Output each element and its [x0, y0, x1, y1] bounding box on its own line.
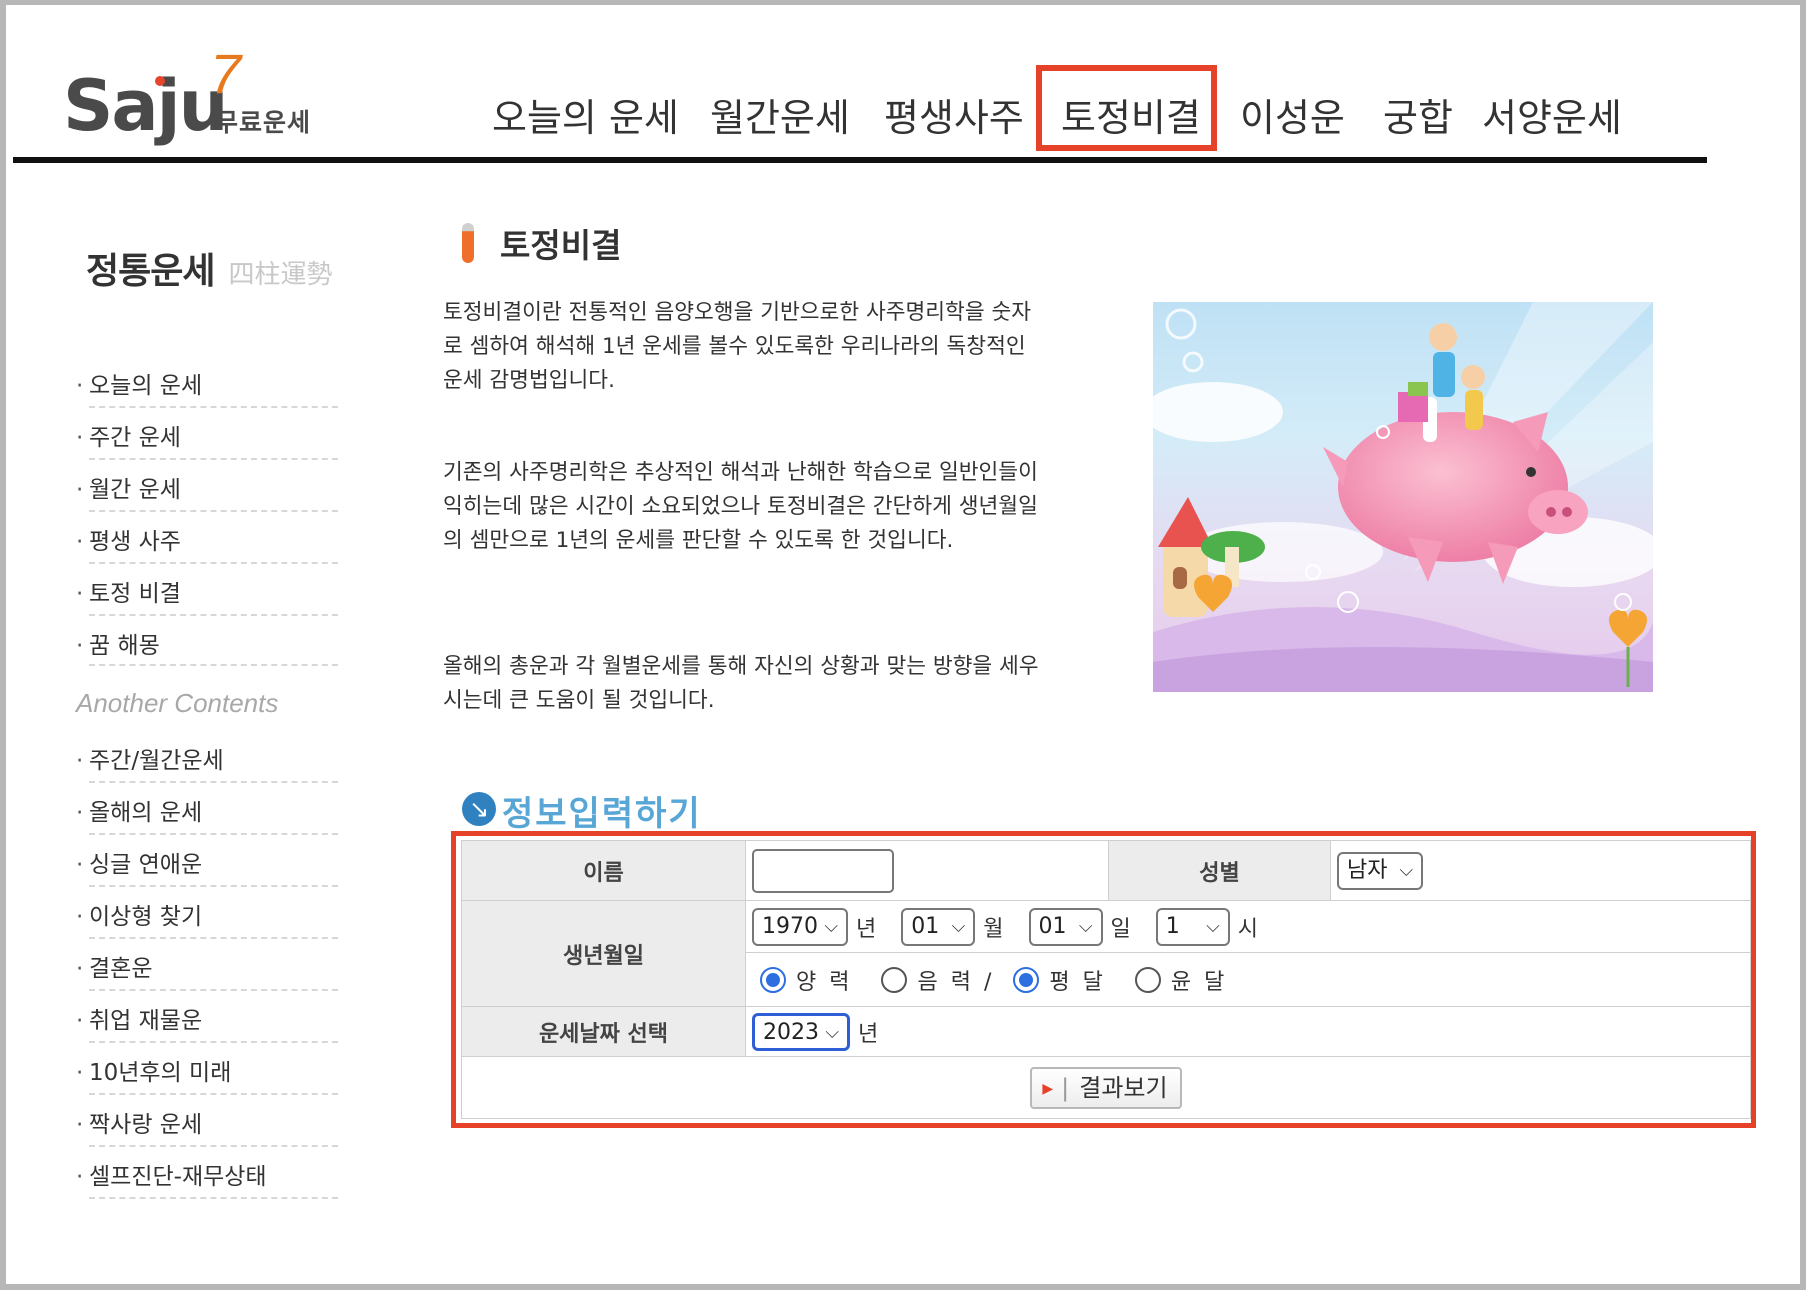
normal-month-radio[interactable]	[1013, 966, 1040, 993]
another-contents-heading: Another Contents	[76, 688, 279, 718]
fortune-year-cell: 2023 ⌵ 년	[745, 1006, 1751, 1057]
chevron-down-icon: ⌵	[1206, 915, 1220, 937]
chevron-down-icon: ⌵	[824, 915, 838, 937]
site-logo[interactable]: Saju 7 무료운세	[63, 42, 323, 147]
intro-paragraph-2: 기존의 사주명리학은 추상적인 해석과 난해한 학습으로 일반인들이 익히는데 …	[443, 460, 1038, 553]
sidebar-item-lifetime[interactable]: · 평생 사주	[76, 514, 338, 566]
month-unit: 월	[983, 916, 1004, 942]
normal-month-label: 평 달	[1049, 969, 1106, 995]
nav-item-monthly[interactable]: 월간운세	[710, 87, 850, 142]
play-arrow-icon: ▶	[1042, 1080, 1054, 1097]
solar-radio[interactable]	[760, 966, 786, 993]
name-label: 이름	[461, 840, 746, 901]
lunar-label: 음 력 /	[917, 969, 995, 995]
sidebar-title: 정통운세 四柱運勢	[86, 242, 333, 294]
birth-hour-select[interactable]: 1 ⌵	[1155, 907, 1230, 946]
birth-day-select[interactable]: 01 ⌵	[1028, 907, 1103, 946]
another-item-future[interactable]: · 10년후의 미래	[76, 1045, 338, 1097]
birth-label: 생년월일	[461, 900, 746, 1007]
another-item-marriage[interactable]: · 결혼운	[76, 941, 338, 993]
day-unit: 일	[1110, 916, 1131, 942]
chevron-down-icon: ⌵	[1078, 915, 1093, 937]
sidebar-item-today[interactable]: · 오늘의 운세	[76, 358, 338, 410]
logo-dot	[155, 76, 165, 86]
arrow-down-right-icon: ↘	[462, 792, 496, 826]
calendar-type-cell: 양 력 음 력 / 평 달 윤 달	[745, 952, 1751, 1007]
leap-month-radio[interactable]	[1134, 966, 1161, 993]
nav-item-compatibility[interactable]: 궁합	[1383, 87, 1453, 142]
another-item-ideal-type[interactable]: · 이상형 찾기	[76, 889, 338, 941]
sidebar-title-hanja: 四柱運勢	[228, 260, 333, 290]
logo-brand: Saju	[63, 65, 228, 147]
name-cell	[745, 840, 1109, 901]
fortune-year-unit: 년	[858, 1021, 879, 1047]
sidebar-item-weekly[interactable]: · 주간 운세	[76, 410, 338, 462]
lunar-radio[interactable]	[881, 966, 908, 993]
intro-paragraph-3: 올해의 총운과 각 월별운세를 통해 자신의 상황과 맞는 방향을 세우시는데 …	[443, 654, 1039, 713]
gender-label: 성별	[1108, 840, 1331, 901]
form-table: 이름 성별 남자 ⌵ 생년월일 1970 ⌵ 년 01 ⌵ 월 01 ⌵ 일 1 ⌵ 시	[461, 840, 1751, 1119]
result-button-label: 결과보기	[1079, 1073, 1168, 1102]
nav-item-western[interactable]: 서양운세	[1482, 87, 1622, 142]
another-item-this-year[interactable]: · 올해의 운세	[76, 785, 338, 837]
logo-number: 7	[210, 42, 242, 105]
info-input-form: 이름 성별 남자 ⌵ 생년월일 1970 ⌵ 년 01 ⌵ 월 01 ⌵ 일 1 ⌵ 시	[451, 831, 1756, 1128]
submit-cell: ▶ | 결과보기	[461, 1056, 1751, 1119]
birth-date-cell: 1970 ⌵ 년 01 ⌵ 월 01 ⌵ 일 1 ⌵ 시	[745, 900, 1751, 953]
flying-pig-image	[1153, 302, 1653, 692]
header-divider	[13, 157, 1707, 163]
sidebar-item-monthly[interactable]: · 월간 운세	[76, 462, 338, 514]
nav-highlight-box	[1036, 65, 1217, 151]
fortune-year-label: 운세날짜 선택	[461, 1006, 746, 1057]
sidebar-item-tojeong[interactable]: · 토정 비결	[76, 566, 338, 618]
nav-item-romance[interactable]: 이성운	[1240, 87, 1345, 142]
page: Saju 7 무료운세 오늘의 운세 월간운세 평생사주 토정비결 이성운 궁합…	[6, 5, 1800, 1284]
result-button[interactable]: ▶ | 결과보기	[1030, 1066, 1182, 1109]
sidebar-title-text: 정통운세	[86, 251, 215, 292]
year-unit: 년	[856, 916, 877, 942]
sidebar-item-dream[interactable]: · 꿈 해몽	[76, 618, 338, 668]
another-item-finance[interactable]: · 셀프진단-재무상태	[76, 1149, 338, 1201]
gender-cell: 남자 ⌵	[1330, 840, 1751, 901]
birth-year-select[interactable]: 1970 ⌵	[752, 907, 848, 946]
title-bar-icon	[462, 223, 474, 263]
chevron-down-icon: ⌵	[951, 915, 966, 937]
form-title-text: 정보입력하기	[502, 794, 702, 834]
chevron-down-icon: ⌵	[825, 1021, 839, 1043]
content-title-text: 토정비결	[500, 226, 622, 265]
logo-subtitle: 무료운세	[215, 108, 312, 137]
gender-select[interactable]: 남자 ⌵	[1337, 851, 1423, 890]
another-item-weekly-monthly[interactable]: · 주간/월간운세	[76, 733, 338, 785]
another-item-crush[interactable]: · 짝사랑 운세	[76, 1097, 338, 1149]
sidebar-menu: · 오늘의 운세 · 주간 운세 · 월간 운세 · 평생 사주 · 토정 비결 · 꿈 해…	[76, 358, 338, 668]
another-item-job-wealth[interactable]: · 취업 재물운	[76, 993, 338, 1045]
another-item-single-love[interactable]: · 싱글 연애운	[76, 837, 338, 889]
solar-label: 양 력	[796, 969, 853, 995]
nav-item-today[interactable]: 오늘의 운세	[492, 87, 679, 142]
chevron-down-icon: ⌵	[1399, 859, 1413, 881]
hour-unit: 시	[1237, 916, 1258, 942]
birth-month-select[interactable]: 01 ⌵	[901, 907, 976, 946]
leap-month-label: 윤 달	[1170, 969, 1228, 995]
name-input[interactable]	[752, 848, 894, 893]
intro-paragraph-1: 토정비결이란 전통적인 음양오행을 기반으로한 사주명리학을 숫자로 셈하여 해…	[443, 300, 1032, 393]
fortune-year-select[interactable]: 2023 ⌵	[752, 1012, 850, 1051]
another-contents-menu: · 주간/월간운세 · 올해의 운세 · 싱글 연애운 · 이상형 찾기 · 결혼운 · 취…	[76, 733, 338, 1201]
nav-item-lifetime[interactable]: 평생사주	[884, 87, 1024, 142]
flying-pig-illustration	[1153, 302, 1653, 692]
